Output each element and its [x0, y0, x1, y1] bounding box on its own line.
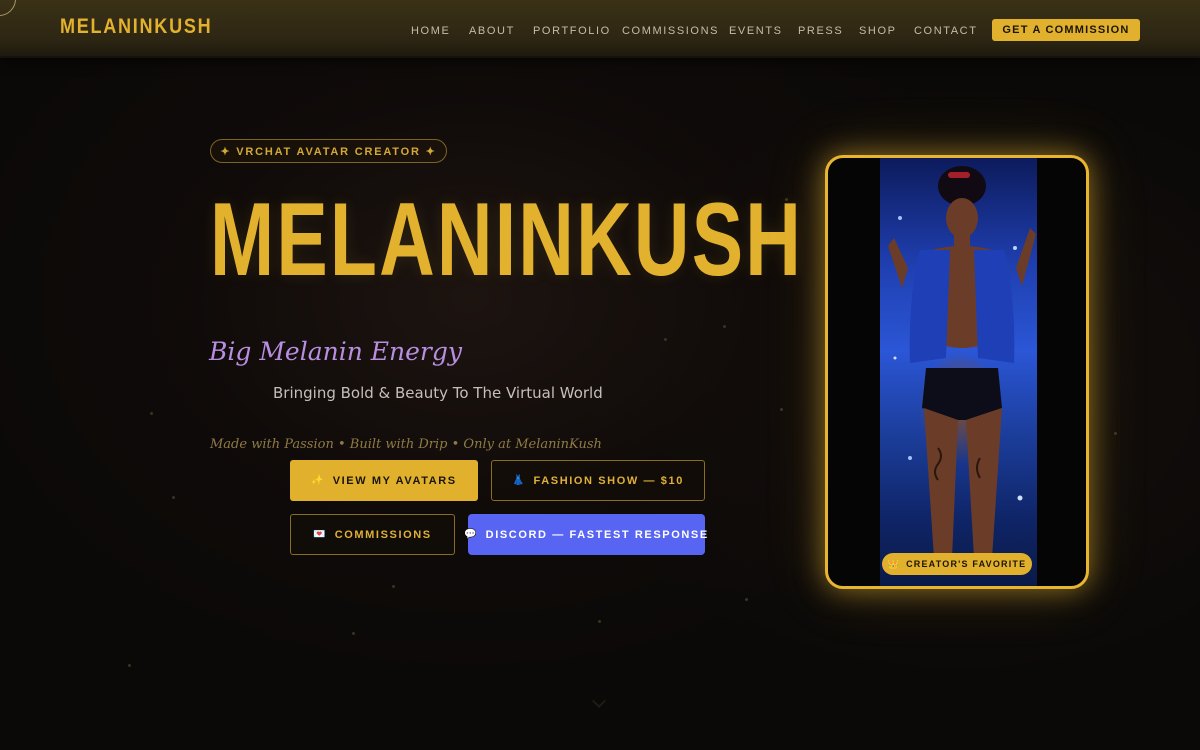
hero-motto: Made with Passion • Built with Drip • On… — [210, 437, 602, 452]
avatar-illustration — [888, 166, 1036, 558]
page: MELANINKUSH HOME ABOUT PORTFOLIO COMMISS… — [0, 0, 1200, 750]
commissions-label: COMMISSIONS — [334, 528, 432, 541]
fashion-show-label: FASHION SHOW — $10 — [533, 474, 684, 487]
creators-favorite-badge: 👑 CREATOR'S FAVORITE — [882, 553, 1032, 575]
discord-label: DISCORD — FASTEST RESPONSE — [485, 528, 709, 541]
particle — [598, 620, 601, 623]
discord-button[interactable]: 💬 DISCORD — FASTEST RESPONSE — [464, 514, 707, 555]
particle — [392, 585, 395, 588]
fashion-show-button[interactable]: 👗 FASHION SHOW — $10 — [491, 460, 705, 501]
particle — [723, 325, 726, 328]
dress-icon: 👗 — [512, 475, 525, 486]
corner-ring-decoration — [0, 0, 16, 16]
chevron-down-icon[interactable] — [591, 693, 607, 709]
nav-home[interactable]: HOME — [411, 25, 450, 37]
view-avatars-button[interactable]: ✨ VIEW MY AVATARS — [290, 460, 478, 501]
particle — [172, 496, 175, 499]
featured-avatar-card[interactable]: 👑 CREATOR'S FAVORITE — [825, 155, 1089, 589]
love-letter-icon: 💌 — [313, 529, 326, 540]
commissions-button[interactable]: 💌 COMMISSIONS — [290, 514, 455, 555]
speech-bubble-icon: 💬 — [464, 529, 477, 540]
featured-avatar-image — [880, 158, 1037, 586]
particle — [780, 408, 783, 411]
nav-press[interactable]: PRESS — [798, 25, 843, 37]
hero-subline: Bringing Bold & Beauty To The Virtual Wo… — [273, 384, 603, 402]
creators-favorite-label: CREATOR'S FAVORITE — [906, 559, 1027, 569]
nav-about[interactable]: ABOUT — [469, 25, 515, 37]
hero-tagline: Big Melanin Energy — [209, 337, 462, 366]
crown-icon: 👑 — [887, 558, 901, 569]
view-avatars-label: VIEW MY AVATARS — [332, 474, 457, 487]
particle — [1114, 432, 1117, 435]
hero-title: MELANINKUSH — [210, 182, 804, 298]
sparkles-icon: ✨ — [311, 475, 324, 486]
role-badge: ✦ VRCHAT AVATAR CREATOR ✦ — [210, 139, 447, 163]
particle — [664, 338, 667, 341]
top-navbar: MELANINKUSH HOME ABOUT PORTFOLIO COMMISS… — [0, 0, 1200, 58]
nav-contact[interactable]: CONTACT — [914, 25, 978, 37]
particle — [352, 632, 355, 635]
nav-events[interactable]: EVENTS — [729, 25, 783, 37]
particle — [128, 664, 131, 667]
particle — [150, 412, 153, 415]
particle — [745, 598, 748, 601]
nav-portfolio[interactable]: PORTFOLIO — [533, 25, 611, 37]
nav-commissions[interactable]: COMMISSIONS — [622, 25, 719, 37]
get-commission-button[interactable]: GET A COMMISSION — [992, 19, 1140, 41]
nav-shop[interactable]: SHOP — [859, 25, 897, 37]
